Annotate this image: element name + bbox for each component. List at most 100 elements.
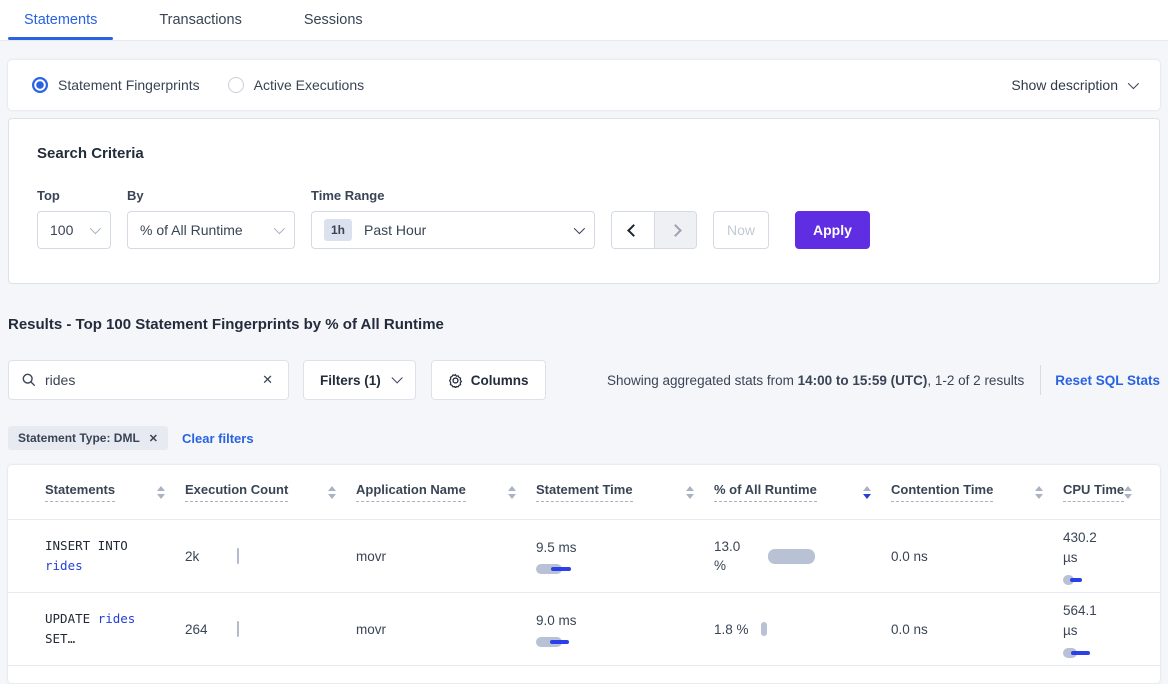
statement-fingerprint-cell: INSERT INTO rides [45,536,165,576]
statement-time-bar [536,637,576,647]
search-input[interactable] [45,372,260,388]
col-header-contention-time[interactable]: Contention Time [891,482,1063,502]
time-range-badge: 1h [324,219,352,241]
tab-transactions[interactable]: Transactions [159,0,241,40]
statement-time-cell: 9.5 ms [536,539,714,574]
search-criteria-title: Search Criteria [37,145,1131,162]
gear-icon [448,373,463,388]
pct-of-all-runtime-cell: 13.0 % [714,537,891,575]
col-header-application-name[interactable]: Application Name [356,482,536,502]
top-group: Top 100 [37,188,111,249]
sort-icon[interactable] [1124,486,1132,499]
application-name-cell: movr [356,622,536,637]
filters-button[interactable]: Filters (1) [303,360,416,400]
contention-time-cell: 0.0 ns [891,622,1063,637]
now-button[interactable]: Now [713,211,769,249]
time-range-label: Time Range [311,188,595,203]
radio-selected-icon [32,77,48,93]
sort-icon[interactable] [328,486,336,499]
time-range-value: Past Hour [364,222,426,238]
tab-statements[interactable]: Statements [24,0,97,40]
prev-time-window-button[interactable] [612,212,654,248]
search-icon [22,373,36,387]
execution-count-cell: 2k [185,548,356,564]
apply-button[interactable]: Apply [795,211,870,249]
results-toolbar: ✕ Filters (1) Columns Showing aggregated… [8,360,1160,400]
active-filters-row: Statement Type: DML ✕ Clear filters [8,426,1160,450]
clear-filters-link[interactable]: Clear filters [182,431,254,446]
sort-icon[interactable] [508,486,516,499]
chevron-down-icon [1128,78,1139,89]
vertical-divider [1040,365,1041,395]
col-header-execution-count[interactable]: Execution Count [185,482,356,502]
sort-icon[interactable] [686,486,694,499]
execution-count-bar [237,621,239,637]
statement-link[interactable]: rides [45,558,83,573]
execution-count-cell: 264 [185,621,356,637]
chevron-down-icon [90,223,101,234]
time-range-group: Time Range 1h Past Hour [311,188,595,249]
tab-sessions[interactable]: Sessions [304,0,363,40]
sort-icon[interactable] [1035,486,1043,499]
cpu-time-cell: 564.1 µs [1063,601,1144,658]
by-select-value: % of All Runtime [140,222,243,238]
top-label: Top [37,188,111,203]
pct-runtime-bar [768,549,815,564]
reset-sql-stats-link[interactable]: Reset SQL Stats [1055,373,1160,388]
search-criteria-panel: Search Criteria Top 100 By % of All Runt… [8,118,1160,284]
page-tabbar: Statements Transactions Sessions [0,0,1168,41]
show-description-toggle[interactable]: Show description [1011,77,1136,93]
by-select[interactable]: % of All Runtime [127,211,295,249]
chevron-right-icon [669,224,682,237]
filter-chip-statement-type[interactable]: Statement Type: DML ✕ [8,426,168,450]
clear-search-icon[interactable]: ✕ [260,372,275,388]
results-heading: Results - Top 100 Statement Fingerprints… [8,316,1160,333]
contention-time-cell: 0.0 ns [891,549,1063,564]
columns-button[interactable]: Columns [431,360,546,400]
top-select-value: 100 [50,222,73,238]
application-name-cell: movr [356,549,536,564]
chevron-left-icon [627,224,640,237]
statement-time-bar [536,564,576,574]
cpu-time-bar [1063,575,1087,585]
execution-count-bar [237,548,239,564]
table-row[interactable]: INSERT INTO rides 2k movr 9.5 ms 13.0 % … [8,520,1160,593]
radio-active-executions-label: Active Executions [254,77,365,93]
cpu-time-cell: 430.2 µs [1063,528,1144,585]
remove-filter-icon[interactable]: ✕ [149,432,158,445]
tab-sessions-label: Sessions [304,12,363,28]
show-description-label: Show description [1011,77,1118,93]
radio-unselected-icon [228,77,244,93]
pct-of-all-runtime-cell: 1.8 % [714,620,891,639]
radio-statement-fingerprints-label: Statement Fingerprints [58,77,200,93]
by-label: By [127,188,295,203]
statement-fingerprint-cell: UPDATE rides SET… [45,609,165,649]
table-row[interactable]: UPDATE rides SET… 264 movr 9.0 ms 1.8 % … [8,593,1160,666]
chevron-down-icon [391,372,402,383]
sort-icon[interactable] [157,486,165,499]
time-window-stepper [611,211,697,249]
table-header-row: Statements Execution Count Application N… [8,465,1160,520]
statement-link[interactable]: rides [98,611,136,626]
filters-button-label: Filters (1) [320,373,381,388]
view-toggle-bar: Statement Fingerprints Active Executions… [8,60,1160,110]
col-header-statements[interactable]: Statements [45,482,185,502]
next-time-window-button[interactable] [654,212,696,248]
col-header-pct-of-all-runtime[interactable]: % of All Runtime [714,482,891,502]
statement-time-cell: 9.0 ms [536,612,714,647]
columns-button-label: Columns [471,373,529,388]
chevron-down-icon [274,223,285,234]
chevron-down-icon [574,223,585,234]
radio-active-executions[interactable]: Active Executions [228,77,365,93]
radio-statement-fingerprints[interactable]: Statement Fingerprints [32,77,200,93]
tab-transactions-label: Transactions [159,12,241,28]
col-header-statement-time[interactable]: Statement Time [536,482,714,502]
statement-search-box: ✕ [8,360,289,400]
col-header-cpu-time[interactable]: CPU Time [1063,482,1152,502]
top-select[interactable]: 100 [37,211,111,249]
aggregation-stats: Showing aggregated stats from 14:00 to 1… [607,365,1160,395]
pct-runtime-bar [761,622,767,636]
time-range-select[interactable]: 1h Past Hour [311,211,595,249]
filter-chip-label: Statement Type: DML [18,431,140,445]
sort-icon-active-desc[interactable] [863,486,871,499]
